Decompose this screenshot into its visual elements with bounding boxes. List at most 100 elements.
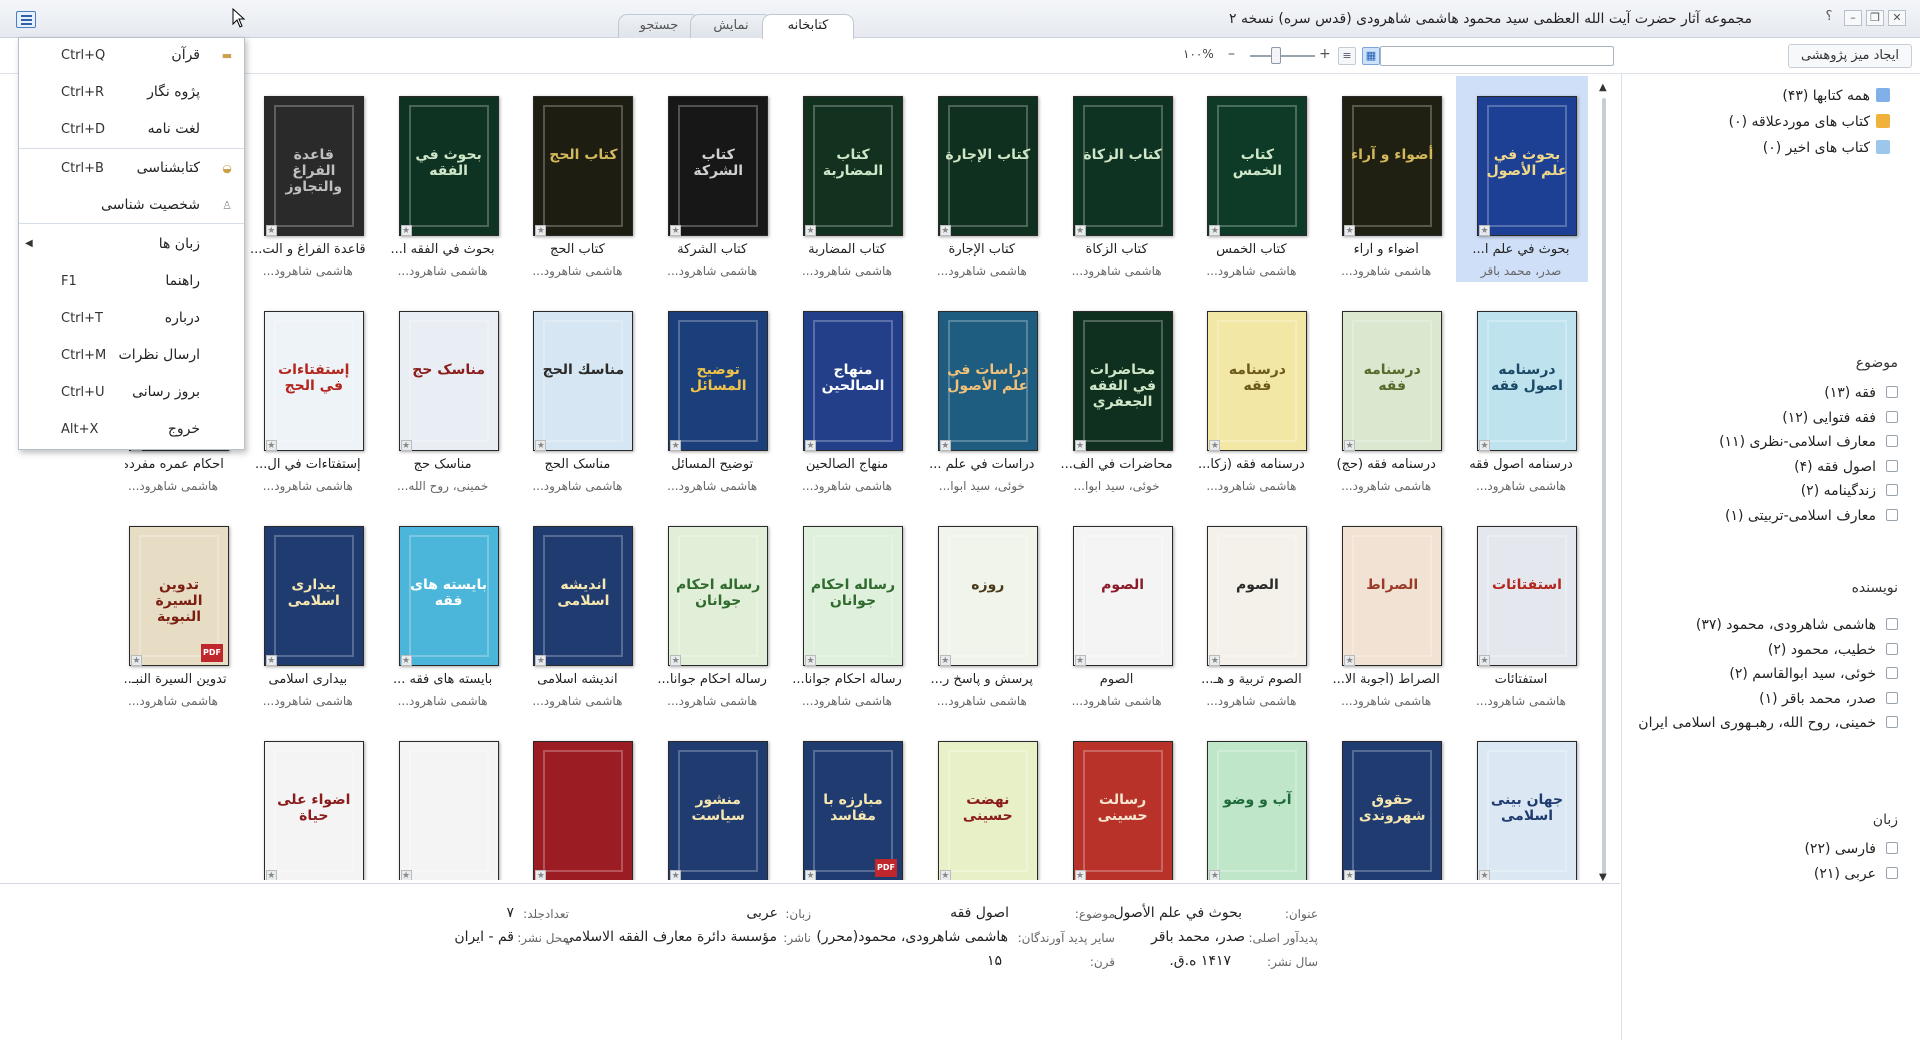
book-cover[interactable]	[533, 741, 634, 880]
filter-checkbox[interactable]	[1886, 866, 1898, 879]
book-item[interactable]: مناسک حج ★ مناسک حج خمینی، روح الله...	[378, 289, 510, 497]
menu-item[interactable]: لغت نامه Ctrl+D	[19, 112, 244, 148]
tab-library[interactable]: کتابخانه	[762, 14, 854, 39]
book-item[interactable]: الصوم ★ الصوم هاشمی شاهرود...	[1052, 504, 1184, 712]
book-cover[interactable]: نهضت حسینی	[937, 741, 1038, 880]
filter-checkbox[interactable]	[1886, 842, 1898, 854]
favorite-star-icon[interactable]: ★	[1209, 440, 1221, 451]
filter-checkbox[interactable]	[1886, 618, 1898, 630]
book-cover[interactable]: استفتائات	[1477, 526, 1577, 666]
favorite-star-icon[interactable]: ★	[1344, 225, 1356, 236]
favorite-star-icon[interactable]: ★	[805, 225, 816, 236]
favorite-star-icon[interactable]: ★	[939, 870, 951, 880]
book-cover[interactable]: رساله احکام جوانان	[803, 526, 903, 666]
filter-checkbox[interactable]	[1886, 410, 1898, 423]
book-cover[interactable]: درسنامه فقه	[1207, 311, 1308, 451]
subject-filter-item[interactable]: معارف اسلامی-نظری (۱۱)	[1719, 434, 1898, 450]
favorite-star-icon[interactable]: ★	[939, 225, 951, 236]
menu-item[interactable]: ◒ کتابشناسی Ctrl+B	[19, 151, 244, 187]
filter-checkbox[interactable]	[1886, 667, 1898, 679]
book-item[interactable]: كتاب الزكاة ★ كتاب الزكاة هاشمی شاهرود...	[1052, 76, 1184, 282]
favorite-star-icon[interactable]: ★	[265, 440, 277, 451]
favorite-star-icon[interactable]: ★	[400, 225, 412, 236]
favorite-star-icon[interactable]: ★	[1074, 225, 1086, 236]
book-cover[interactable]: توضيح المسائل	[668, 311, 769, 451]
book-cover[interactable]: كتاب الحج	[533, 96, 634, 236]
subject-filter-item[interactable]: فقه (۱۳)	[1824, 385, 1898, 401]
book-cover[interactable]: الصوم	[1207, 526, 1308, 666]
close-button[interactable]: ✕	[1888, 10, 1906, 26]
book-item[interactable]: مبارزه با مفاسد ★ PDF	[782, 719, 914, 880]
language-filter-item[interactable]: فارسی (۲۲)	[1804, 841, 1898, 857]
sidebar-item-favorites[interactable]: کتاب های موردعلاقه (۰)	[1729, 114, 1890, 130]
book-item[interactable]: رسالت حسینی ★	[1052, 719, 1184, 880]
zoom-in-button[interactable]: +	[1319, 46, 1331, 62]
book-item[interactable]: دراسات في علم الأصول ★ دراسات في علم ... خو…	[917, 289, 1049, 497]
favorite-star-icon[interactable]: ★	[1479, 225, 1490, 236]
favorite-star-icon[interactable]: ★	[1209, 655, 1221, 666]
book-item[interactable]: نهضت حسینی ★	[917, 719, 1049, 880]
book-item[interactable]: الصوم ★ الصوم تربية و هـ... هاشمی شاهرود...	[1186, 504, 1318, 712]
book-cover[interactable]: بایسته های فقه	[398, 526, 499, 666]
menu-item[interactable]: زبان ها ◀	[19, 227, 244, 263]
favorite-star-icon[interactable]: ★	[131, 655, 142, 666]
favorite-star-icon[interactable]: ★	[670, 225, 682, 236]
favorite-star-icon[interactable]: ★	[265, 225, 277, 236]
scroll-down-icon[interactable]: ▼	[1599, 872, 1607, 883]
scrollbar-thumb[interactable]	[1602, 98, 1606, 878]
book-item[interactable]: أضواء و آراء ★ أضواء و آراء هاشمی شاهرود...	[1321, 76, 1453, 282]
favorite-star-icon[interactable]: ★	[939, 655, 951, 666]
book-cover[interactable]: جهان بینی اسلامی	[1477, 741, 1577, 880]
filter-checkbox[interactable]	[1886, 484, 1898, 496]
favorite-star-icon[interactable]: ★	[1209, 870, 1221, 880]
menu-item[interactable]: پژوه نگار Ctrl+R	[19, 75, 244, 111]
book-cover[interactable]: انديشه اسلامی	[533, 526, 634, 666]
book-item[interactable]: ★	[378, 719, 510, 880]
book-item[interactable]: منهاج الصالحين ★ منهاج الصالحين هاشمی شاهرو…	[782, 289, 914, 497]
book-cover[interactable]: قاعدة الفراغ والتجاوز	[263, 96, 364, 236]
book-cover[interactable]: إستفتاءات في الحج	[263, 311, 364, 451]
tab-search[interactable]: جستجو	[618, 14, 700, 38]
favorite-star-icon[interactable]: ★	[1209, 225, 1221, 236]
menu-item[interactable]: درباره Ctrl+T	[19, 301, 244, 337]
book-cover[interactable]: بحوث في الفقه	[398, 96, 499, 236]
favorite-star-icon[interactable]: ★	[670, 440, 682, 451]
filter-checkbox[interactable]	[1886, 691, 1898, 704]
favorite-star-icon[interactable]: ★	[400, 655, 412, 666]
help-button[interactable]: ؟	[1822, 10, 1836, 26]
book-item[interactable]: الصراط ★ الصراط (أجوبة الا... هاشمی شاهرود.…	[1321, 504, 1453, 712]
book-item[interactable]: روزه ★ پرسش و پاسخ ر... هاشمی شاهرود...	[917, 504, 1049, 712]
favorite-star-icon[interactable]: ★	[939, 440, 951, 451]
book-item[interactable]: انديشه اسلامی ★ انديشه اسلامی هاشمی شاهرود.…	[512, 504, 644, 712]
scroll-up-icon[interactable]: ▲	[1599, 82, 1607, 93]
favorite-star-icon[interactable]: ★	[805, 440, 816, 451]
grid-view-icon[interactable]: ▦	[1362, 47, 1380, 65]
book-item[interactable]: درسنامه اصول فقه ★ درسنامه اصول فقه هاشمی ش…	[1456, 289, 1588, 497]
book-cover[interactable]: حقوق شهروندی	[1342, 741, 1443, 880]
author-filter-item[interactable]: خطیب، محمود (۲)	[1768, 642, 1898, 658]
book-cover[interactable]: دراسات في علم الأصول	[937, 311, 1038, 451]
menu-item[interactable]: بروز رسانی Ctrl+U	[19, 375, 244, 411]
favorite-star-icon[interactable]: ★	[1344, 655, 1356, 666]
favorite-star-icon[interactable]: ★	[535, 225, 547, 236]
book-cover[interactable]: مناسک حج	[398, 311, 499, 451]
favorite-star-icon[interactable]: ★	[1074, 655, 1086, 666]
author-filter-item[interactable]: صدر، محمد باقر (۱)	[1759, 691, 1898, 707]
favorite-star-icon[interactable]: ★	[1344, 870, 1356, 880]
book-cover[interactable]: كتاب المضاربة	[803, 96, 903, 236]
book-item[interactable]: ★	[512, 719, 644, 880]
restore-button[interactable]: ❐	[1866, 10, 1884, 26]
favorite-star-icon[interactable]: ★	[1479, 870, 1490, 880]
book-item[interactable]: بحوث في علم الأصول ★ بحوث في علم ا... صدر، …	[1456, 76, 1588, 282]
favorite-star-icon[interactable]: ★	[805, 870, 816, 880]
favorite-star-icon[interactable]: ★	[670, 655, 682, 666]
book-item[interactable]: درسنامه فقه ★ درسنامه فقه (زکا... هاشمی شاه…	[1186, 289, 1318, 497]
book-cover[interactable]: بيداری اسلامی	[263, 526, 364, 666]
book-item[interactable]: كتاب الخمس ★ كتاب الخمس هاشمی شاهرود...	[1186, 76, 1318, 282]
book-item[interactable]: آب و وضو ★	[1186, 719, 1318, 880]
book-item[interactable]: بایسته های فقه ★ بايسته های فقه ... هاشمی ش…	[378, 504, 510, 712]
favorite-star-icon[interactable]: ★	[265, 870, 277, 880]
book-cover[interactable]: منهاج الصالحين	[803, 311, 903, 451]
favorite-star-icon[interactable]: ★	[670, 870, 682, 880]
book-cover[interactable]: الصراط	[1342, 526, 1443, 666]
